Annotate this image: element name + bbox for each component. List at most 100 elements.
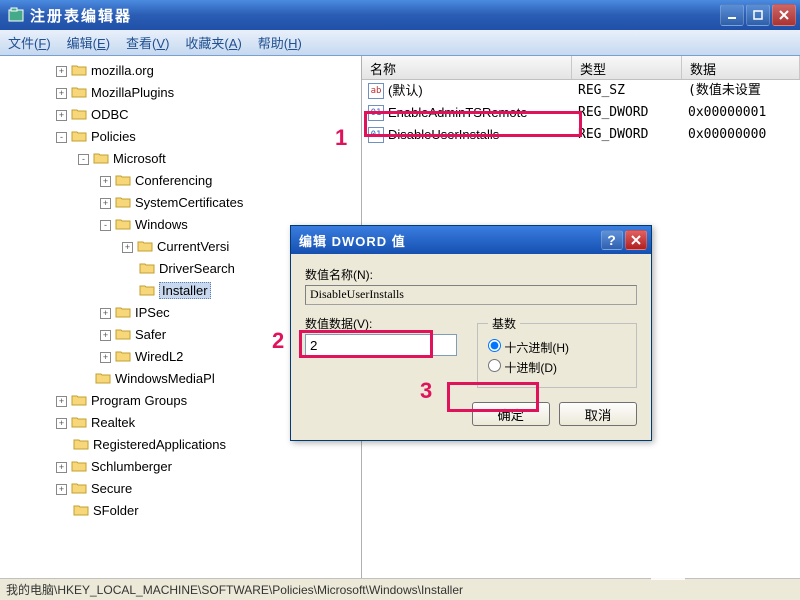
value-type: REG_SZ <box>572 80 682 102</box>
value-row[interactable]: 01DisableUserInstallsREG_DWORD0x00000000 <box>362 124 800 146</box>
watermark-url: XITONGZHIJIA.NET <box>691 563 790 579</box>
value-type: REG_DWORD <box>572 124 682 146</box>
tree-node[interactable]: SFolder <box>4 500 361 522</box>
tree-expander[interactable]: - <box>78 154 89 165</box>
tree-label: RegisteredApplications <box>93 437 226 452</box>
dialog-title: 编辑 DWORD 值 <box>299 231 601 250</box>
folder-icon <box>71 105 87 117</box>
cancel-button[interactable]: 取消 <box>559 402 637 426</box>
tree-expander[interactable]: - <box>56 132 67 143</box>
tree-expander[interactable]: + <box>122 242 133 253</box>
tree-label: ODBC <box>91 107 129 122</box>
minimize-button[interactable] <box>720 4 744 26</box>
tree-label: Program Groups <box>91 393 187 408</box>
tree-node[interactable]: + SystemCertificates <box>4 192 361 214</box>
edit-dword-dialog: 编辑 DWORD 值 ? 数值名称(N): DisableUserInstall… <box>290 225 652 441</box>
value-icon: 01 <box>368 105 384 121</box>
tree-label: Safer <box>135 327 166 342</box>
value-name-field: DisableUserInstalls <box>305 285 637 305</box>
folder-icon <box>115 215 131 227</box>
tree-expander[interactable]: + <box>56 462 67 473</box>
radix-hex[interactable]: 十六进制(H) <box>488 341 569 355</box>
value-name: (默认) <box>388 80 423 102</box>
radix-legend: 基数 <box>488 315 520 332</box>
tree-label: Conferencing <box>135 173 212 188</box>
tree-label: SFolder <box>93 503 139 518</box>
tree-label: CurrentVersi <box>157 239 229 254</box>
app-icon <box>8 7 24 23</box>
tree-label: Policies <box>91 129 136 144</box>
tree-expander[interactable]: + <box>100 352 111 363</box>
menu-favorites[interactable]: 收藏夹(A) <box>185 33 241 52</box>
value-data-input[interactable] <box>305 334 457 356</box>
tree-node[interactable]: + Conferencing <box>4 170 361 192</box>
tree-label: Realtek <box>91 415 135 430</box>
value-icon: ab <box>368 83 384 99</box>
window-title: 注册表编辑器 <box>30 5 718 26</box>
ok-button[interactable]: 确定 <box>472 402 550 426</box>
tree-expander[interactable]: + <box>56 484 67 495</box>
col-type[interactable]: 类型 <box>572 56 682 79</box>
tree-node[interactable]: + ODBC <box>4 104 361 126</box>
tree-label: Installer <box>159 282 211 299</box>
tree-label: Schlumberger <box>91 459 172 474</box>
close-button[interactable] <box>772 4 796 26</box>
value-name: EnableAdminTSRemote <box>388 102 527 124</box>
radix-group: 基数 十六进制(H) 十进制(D) <box>477 315 637 388</box>
folder-icon <box>115 347 131 359</box>
folder-icon <box>95 369 111 381</box>
tree-label: mozilla.org <box>91 63 154 78</box>
value-name: DisableUserInstalls <box>388 124 499 146</box>
dialog-close-button[interactable] <box>625 230 647 250</box>
tree-expander[interactable]: + <box>100 308 111 319</box>
col-data[interactable]: 数据 <box>682 56 800 79</box>
tree-node[interactable]: - Policies <box>4 126 361 148</box>
tree-expander[interactable]: + <box>56 110 67 121</box>
menu-help[interactable]: 帮助(H) <box>258 33 302 52</box>
folder-icon <box>115 303 131 315</box>
tree-node[interactable]: +Secure <box>4 478 361 500</box>
tree-node[interactable]: + mozilla.org <box>4 60 361 82</box>
value-row[interactable]: ab(默认) REG_SZ(数值未设置 <box>362 80 800 102</box>
folder-icon <box>115 193 131 205</box>
menu-edit[interactable]: 编辑(E) <box>67 33 110 52</box>
tree-expander[interactable]: + <box>56 88 67 99</box>
tree-label: DriverSearch <box>159 261 235 276</box>
tree-expander[interactable]: + <box>56 66 67 77</box>
list-header: 名称 类型 数据 <box>362 56 800 80</box>
tree-node[interactable]: -Microsoft <box>4 148 361 170</box>
tree-expander[interactable]: - <box>100 220 111 231</box>
folder-icon <box>139 281 155 293</box>
menu-file[interactable]: 文件(F) <box>8 33 51 52</box>
tree-node[interactable]: + Schlumberger <box>4 456 361 478</box>
radix-dec[interactable]: 十进制(D) <box>488 361 557 375</box>
titlebar: 注册表编辑器 <box>0 0 800 30</box>
tree-label: WiredL2 <box>135 349 183 364</box>
tree-expander[interactable]: + <box>100 176 111 187</box>
folder-icon <box>73 501 89 513</box>
folder-icon <box>115 171 131 183</box>
dialog-help-button[interactable]: ? <box>601 230 623 250</box>
tree-expander[interactable]: + <box>100 198 111 209</box>
watermark-logo-icon <box>651 546 685 580</box>
value-data: 0x00000000 <box>682 124 800 146</box>
value-type: REG_DWORD <box>572 102 682 124</box>
folder-icon <box>73 435 89 447</box>
tree-expander[interactable]: + <box>56 396 67 407</box>
tree-node[interactable]: +MozillaPlugins <box>4 82 361 104</box>
value-data-label: 数值数据(V): <box>305 315 457 332</box>
value-row[interactable]: 01EnableAdminTSRemote REG_DWORD0x00000001 <box>362 102 800 124</box>
tree-label: IPSec <box>135 305 170 320</box>
value-data: (数值未设置 <box>682 80 800 102</box>
folder-icon <box>139 259 155 271</box>
folder-icon <box>71 413 87 425</box>
col-name[interactable]: 名称 <box>362 56 572 79</box>
folder-icon <box>71 479 87 491</box>
value-data: 0x00000001 <box>682 102 800 124</box>
tree-label: SystemCertificates <box>135 195 243 210</box>
maximize-button[interactable] <box>746 4 770 26</box>
tree-expander[interactable]: + <box>100 330 111 341</box>
tree-expander[interactable]: + <box>56 418 67 429</box>
folder-icon <box>71 457 87 469</box>
menu-view[interactable]: 查看(V) <box>126 33 169 52</box>
